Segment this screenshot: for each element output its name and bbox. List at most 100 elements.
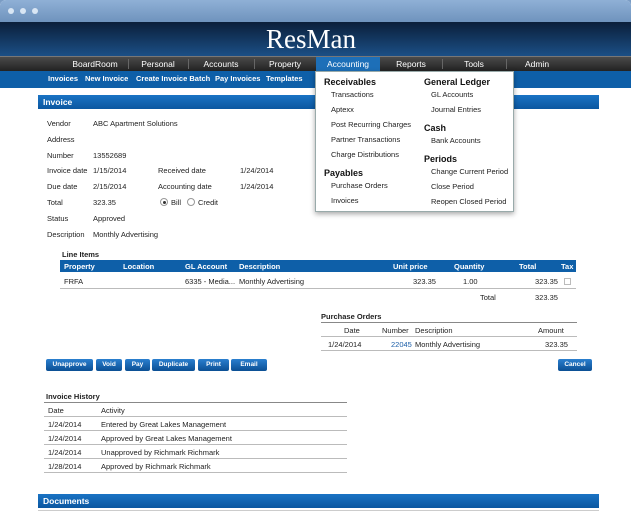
nav-accounts[interactable]: Accounts	[188, 57, 254, 71]
invoice-date-label: Invoice date	[47, 166, 88, 175]
menu-item-partner-transactions[interactable]: Partner Transactions	[331, 135, 400, 144]
accounting-date-value: 1/24/2014	[240, 182, 274, 191]
history-activity: Unapproved by Richmark Richmark	[101, 448, 220, 457]
nav-reports[interactable]: Reports	[380, 57, 442, 71]
history-activity: Entered by Great Lakes Management	[101, 420, 227, 429]
pay-button[interactable]: Pay	[125, 359, 150, 371]
history-divider	[44, 458, 347, 459]
accounting-dropdown-menu: Receivables Transactions Aptexx Post Rec…	[315, 71, 514, 212]
history-date: 1/24/2014	[48, 448, 82, 457]
menu-item-bank-accounts[interactable]: Bank Accounts	[431, 136, 481, 145]
po-bottom-rule	[321, 350, 577, 351]
receivables-heading: Receivables	[324, 77, 377, 87]
row-property: FRFA	[64, 277, 84, 286]
history-divider	[44, 430, 347, 431]
payables-heading: Payables	[324, 168, 364, 178]
cash-heading: Cash	[424, 123, 447, 133]
menu-item-charge-distributions[interactable]: Charge Distributions	[331, 150, 399, 159]
col-total: Total	[519, 262, 537, 271]
nav-boardroom[interactable]: BoardRoom	[62, 57, 128, 71]
periods-heading: Periods	[424, 154, 458, 164]
print-button[interactable]: Print	[198, 359, 229, 371]
window-zoom-dot[interactable]	[32, 8, 38, 14]
line-items-title: Line Items	[62, 250, 100, 259]
menu-item-purchase-orders[interactable]: Purchase Orders	[331, 181, 388, 190]
col-tax: Tax	[561, 262, 574, 271]
history-activity: Approved by Great Lakes Management	[101, 434, 232, 443]
nav-property[interactable]: Property	[254, 57, 316, 71]
col-property: Property	[64, 262, 95, 271]
col-location: Location	[123, 262, 155, 271]
email-button[interactable]: Email	[231, 359, 267, 371]
unapprove-button[interactable]: Unapprove	[46, 359, 93, 371]
po-number-link[interactable]: 22045	[391, 340, 412, 349]
status-value: Approved	[93, 214, 126, 223]
void-button[interactable]: Void	[96, 359, 122, 371]
general-ledger-heading: General Ledger	[424, 77, 491, 87]
invoice-history-title: Invoice History	[46, 392, 100, 401]
line-items-total-value: 323.35	[535, 293, 558, 302]
accounting-date-label: Accounting date	[158, 182, 212, 191]
subnav-templates[interactable]: Templates	[266, 71, 303, 87]
row-tax-checkbox[interactable]	[564, 278, 571, 285]
menu-item-transactions[interactable]: Transactions	[331, 90, 374, 99]
history-date: 1/24/2014	[48, 434, 82, 443]
total-value: 323.35	[93, 198, 116, 207]
vendor-value: ABC Apartment Solutions	[93, 119, 178, 128]
bill-label: Bill	[171, 198, 182, 207]
menu-item-post-recurring-charges[interactable]: Post Recurring Charges	[331, 120, 411, 129]
menu-item-change-current-period[interactable]: Change Current Period	[431, 167, 508, 176]
subnav-invoices[interactable]: Invoices	[48, 71, 78, 87]
po-header-rule	[321, 322, 577, 323]
documents-panel-header[interactable]: Documents	[38, 494, 599, 508]
po-row-date: 1/24/2014	[328, 340, 362, 349]
due-date-value: 2/15/2014	[93, 182, 127, 191]
status-label: Status	[47, 214, 69, 223]
po-divider	[321, 336, 577, 337]
nav-personal[interactable]: Personal	[128, 57, 188, 71]
duplicate-button[interactable]: Duplicate	[152, 359, 195, 371]
history-divider	[44, 416, 347, 417]
history-col-date: Date	[48, 406, 64, 415]
subnav-pay-invoices[interactable]: Pay Invoices	[215, 71, 260, 87]
nav-accounting[interactable]: Accounting	[316, 57, 380, 71]
line-items-header: Property Location GL Account Description…	[60, 260, 576, 272]
window-close-dot[interactable]	[8, 8, 14, 14]
nav-admin[interactable]: Admin	[506, 57, 568, 71]
subnav-new-invoice[interactable]: New Invoice	[85, 71, 128, 87]
col-description: Description	[239, 262, 281, 271]
credit-radio[interactable]	[187, 198, 195, 206]
menu-item-aptexx[interactable]: Aptexx	[331, 105, 354, 114]
received-date-label: Received date	[158, 166, 206, 175]
po-row-description: Monthly Advertising	[415, 340, 481, 349]
menu-item-invoices[interactable]: Invoices	[331, 196, 359, 205]
po-col-date: Date	[344, 326, 360, 335]
vendor-label: Vendor	[47, 119, 71, 128]
number-label: Number	[47, 151, 74, 160]
menu-item-gl-accounts[interactable]: GL Accounts	[431, 90, 473, 99]
col-gl-account: GL Account	[185, 262, 228, 271]
row-unit-price: 323.35	[413, 277, 436, 286]
po-col-amount: Amount	[538, 326, 564, 335]
row-description: Monthly Advertising	[239, 277, 305, 286]
description-value: Monthly Advertising	[93, 230, 159, 239]
line-items-divider	[60, 288, 576, 289]
window-minimize-dot[interactable]	[20, 8, 26, 14]
menu-item-reopen-closed-period[interactable]: Reopen Closed Period	[431, 197, 506, 206]
history-activity: Approved by Richmark Richmark	[101, 462, 211, 471]
bill-radio[interactable]	[160, 198, 168, 206]
menu-item-journal-entries[interactable]: Journal Entries	[431, 105, 481, 114]
history-divider	[44, 472, 347, 473]
col-quantity: Quantity	[454, 262, 485, 271]
history-divider	[44, 444, 347, 445]
history-date: 1/24/2014	[48, 420, 82, 429]
line-items-total-label: Total	[480, 293, 496, 302]
subnav-create-invoice-batch[interactable]: Create Invoice Batch	[136, 71, 210, 87]
cancel-button[interactable]: Cancel	[558, 359, 592, 371]
col-unit-price: Unit price	[393, 262, 428, 271]
menu-item-close-period[interactable]: Close Period	[431, 182, 474, 191]
history-header-rule	[44, 402, 347, 403]
purchase-orders-title: Purchase Orders	[321, 312, 382, 321]
history-col-activity: Activity	[101, 406, 125, 415]
nav-tools[interactable]: Tools	[442, 57, 506, 71]
